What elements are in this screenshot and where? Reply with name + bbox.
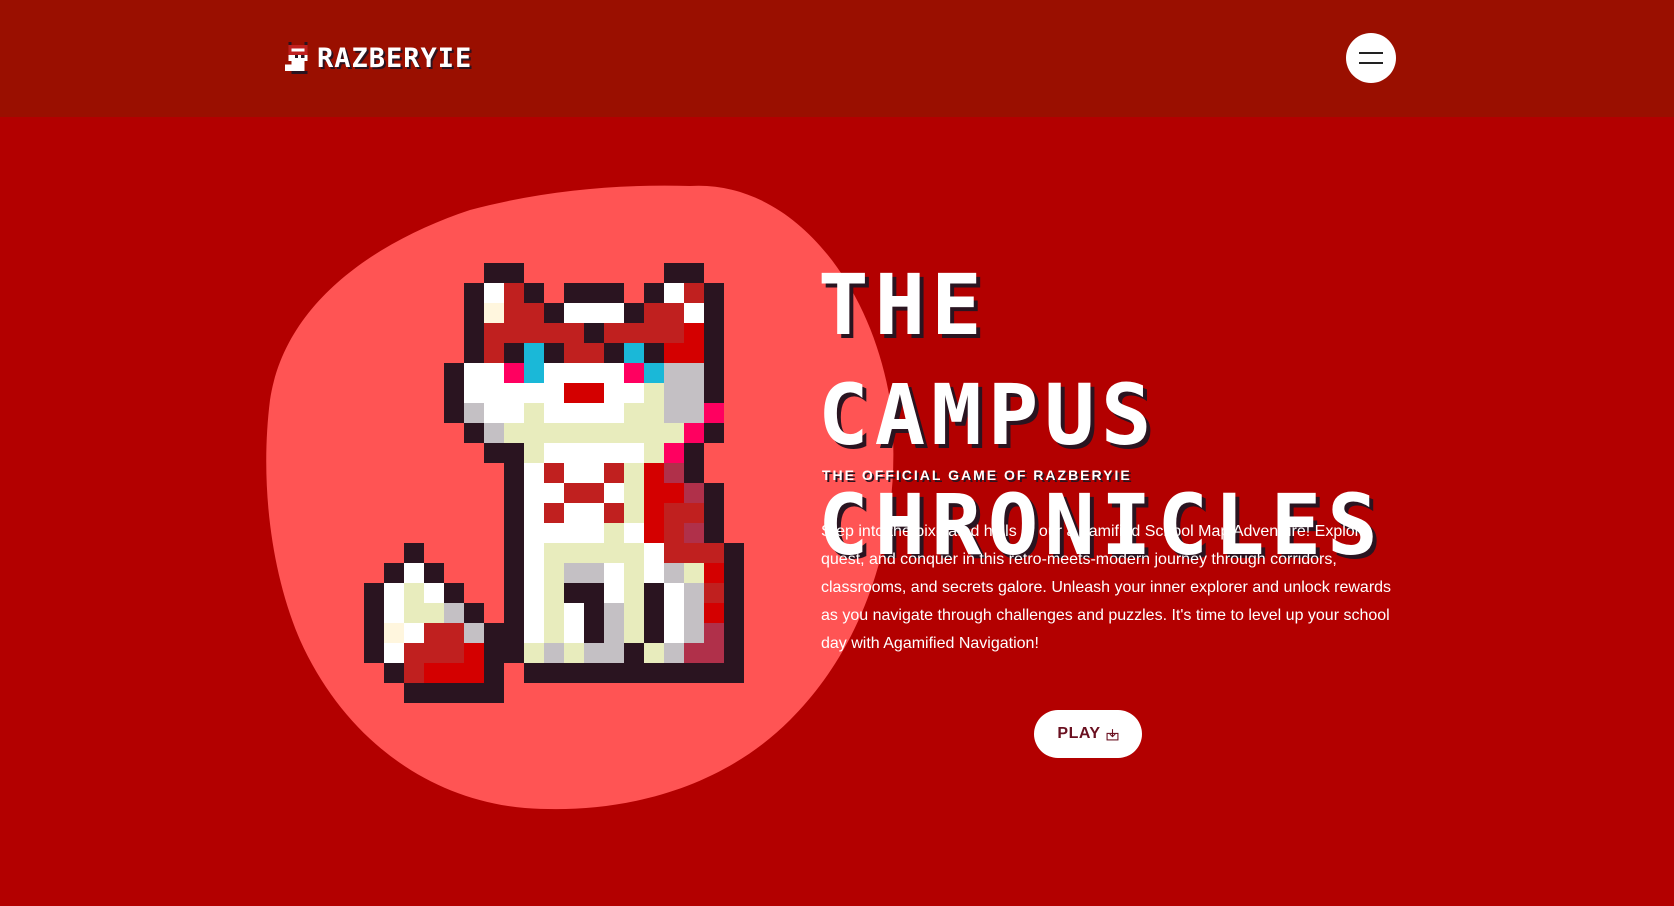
hero-description: Step into the pixelated halls of our a g… xyxy=(821,523,1392,652)
pixel-fox-mascot xyxy=(364,263,744,703)
play-button[interactable]: PLAY xyxy=(1034,710,1142,758)
page-subtitle: THE OFFICIAL GAME OF RAZBERYIE xyxy=(822,467,1132,483)
download-icon xyxy=(1106,728,1119,740)
play-button-label: PLAY xyxy=(1057,725,1101,742)
